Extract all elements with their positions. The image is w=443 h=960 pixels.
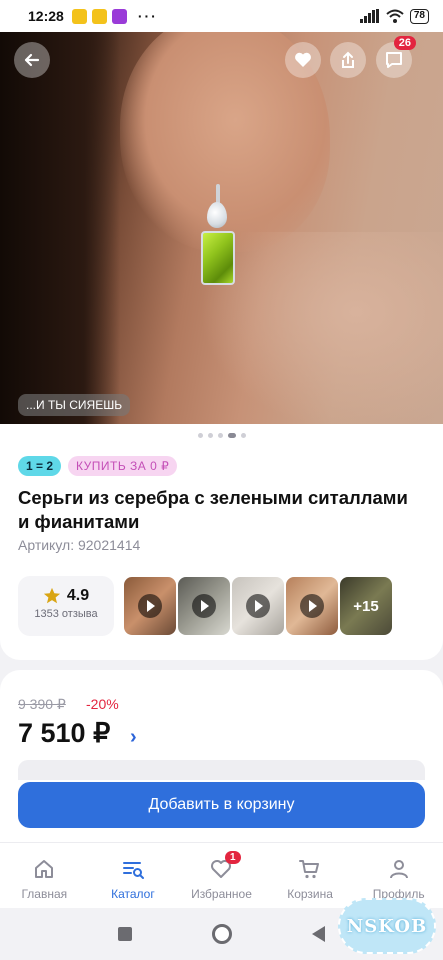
home-icon (35, 860, 54, 878)
recent-apps-button[interactable] (118, 927, 132, 941)
photo-caption: ...И ТЫ СИЯЕШЬ (18, 394, 131, 416)
play-icon (138, 594, 162, 618)
catalog-icon (122, 862, 144, 879)
old-price: 9 390 ₽ (18, 696, 66, 712)
signal-icon (359, 9, 379, 23)
nav-item-home[interactable]: Главная (0, 843, 89, 908)
heart-icon (295, 52, 311, 67)
rating-box[interactable]: 4.9 1353 отзыва (18, 576, 114, 636)
more-media-thumbnail[interactable]: +15 (340, 577, 392, 635)
play-icon (300, 594, 324, 618)
chat-icon (386, 52, 402, 68)
rating-value: 4.9 (66, 587, 90, 604)
star-icon (43, 587, 60, 604)
product-info-card: 1 = 2 КУПИТЬ ЗА 0 ₽ Серьги из серебра с … (0, 446, 443, 660)
video-thumbnail[interactable] (232, 577, 284, 635)
chat-badge: 26 (393, 36, 416, 50)
share-icon (342, 51, 354, 68)
nav-label: Главная (21, 887, 68, 901)
discount-badge: -20% (86, 696, 119, 712)
price-card: 9 390 ₽ -20% 7 510 ₽ › Добавить в корзин… (0, 670, 443, 842)
status-time: 12:28 (28, 8, 64, 24)
buy-for-zero-chip[interactable]: КУПИТЬ ЗА 0 ₽ (68, 456, 178, 476)
video-thumbnail[interactable] (124, 577, 176, 635)
status-bar: 12:28 ··· 78 (0, 0, 443, 32)
more-notifications-icon: ··· (137, 8, 158, 24)
notification-app-icon (71, 8, 87, 24)
share-button[interactable] (330, 42, 366, 78)
favorite-button[interactable] (285, 42, 321, 78)
chevron-right-icon[interactable]: › (130, 726, 137, 749)
wb-app-icon (111, 8, 127, 24)
nav-item-catalog[interactable]: Каталог (89, 843, 178, 908)
earring-stone-clear (207, 202, 227, 228)
nav-item-favorites[interactable]: 1 Избранное (177, 843, 266, 908)
back-button[interactable] (14, 42, 50, 78)
arrow-left-icon (24, 53, 40, 67)
play-icon (246, 594, 270, 618)
nav-item-cart[interactable]: Корзина (266, 843, 355, 908)
product-photo[interactable]: 26 ...И ТЫ СИЯЕШЬ (0, 32, 443, 424)
back-system-button[interactable] (312, 926, 325, 942)
battery-icon: 78 (409, 8, 429, 24)
earring-stone-green (201, 231, 235, 285)
home-system-button[interactable] (212, 924, 232, 944)
reviews-count: 1353 отзыва (34, 608, 98, 620)
cart-icon (299, 860, 320, 879)
promo-chip[interactable]: 1 = 2 (18, 456, 62, 476)
wifi-icon (386, 9, 404, 23)
pager-dot (217, 432, 223, 438)
favorites-badge: 1 (225, 851, 241, 864)
pager-dot (207, 432, 213, 438)
video-thumbnail[interactable] (286, 577, 338, 635)
current-price[interactable]: 7 510 ₽ (18, 718, 110, 749)
nav-label: Каталог (111, 887, 155, 901)
notification-app-icon (91, 8, 107, 24)
photo-pager (0, 424, 443, 446)
nav-label: Избранное (191, 887, 252, 901)
photo-neck (200, 232, 443, 424)
photo-hair (0, 32, 120, 424)
play-icon (192, 594, 216, 618)
chat-button[interactable]: 26 (376, 36, 416, 78)
price-details-bar (18, 760, 425, 780)
video-thumbnail[interactable] (178, 577, 230, 635)
article-number: Артикул: 92021414 (18, 537, 141, 553)
add-to-cart-button[interactable]: Добавить в корзину (18, 782, 425, 828)
product-title: Серьги из серебра с зелеными ситаллами и… (18, 487, 408, 532)
more-media-count: +15 (353, 597, 379, 615)
pager-dot (227, 432, 236, 438)
pager-dot (197, 432, 203, 438)
profile-icon (389, 860, 408, 879)
pager-dot (240, 432, 246, 438)
watermark-logo: NSKOB (338, 898, 436, 954)
nav-label: Корзина (287, 887, 333, 901)
